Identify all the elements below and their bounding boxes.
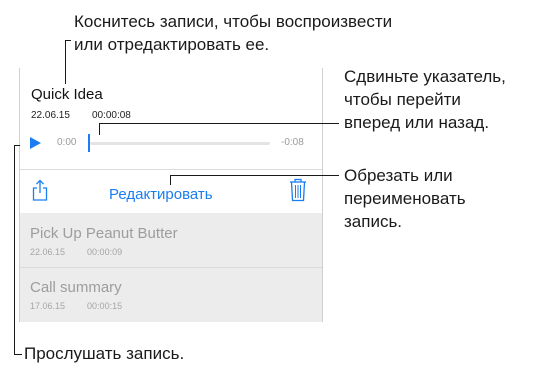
callout-scrub-line3: вперед или назад.: [344, 113, 490, 132]
recording-meta: 22.06.15 00:00:08: [31, 110, 153, 121]
recording-title[interactable]: Quick Idea: [31, 86, 103, 103]
list-item-meta: 22.06.15 00:00:09: [30, 247, 123, 257]
callout-tap-recording-line2: или отредактировать ее.: [74, 35, 270, 54]
list-item[interactable]: Call summary 17.06.15 00:00:15: [20, 268, 322, 322]
leader-line-scrub-h: [99, 123, 339, 124]
leader-line-trim-v: [170, 175, 171, 185]
scrubber-handle[interactable]: [88, 134, 90, 152]
leader-line-play-bottom: [14, 354, 22, 355]
leader-line-play-top: [14, 145, 20, 146]
callout-scrub-line1: Сдвиньте указатель,: [344, 67, 506, 86]
leader-line-scrub-v: [99, 123, 100, 135]
list-item[interactable]: Pick Up Peanut Butter 22.06.15 00:00:09: [20, 213, 322, 267]
leader-line-play-v: [14, 145, 15, 354]
list-item-title: Call summary: [30, 279, 122, 296]
play-icon[interactable]: [30, 137, 41, 149]
callout-trim-line1: Обрезать или: [344, 166, 453, 185]
edit-button[interactable]: Редактировать: [109, 186, 213, 203]
leader-line-top-hook: [65, 40, 71, 41]
leader-line-top: [65, 40, 66, 84]
callout-scrub-line2: чтобы перейти: [344, 90, 461, 109]
callout-trim-line3: запись.: [344, 212, 403, 231]
list-item-meta: 17.06.15 00:00:15: [30, 301, 123, 311]
share-icon[interactable]: [32, 179, 48, 206]
list-item-title: Pick Up Peanut Butter: [30, 225, 178, 242]
callout-play-recording: Прослушать запись.: [24, 344, 185, 363]
scrubber-track[interactable]: [90, 142, 270, 145]
trash-icon[interactable]: [289, 178, 307, 207]
divider: [20, 169, 322, 170]
time-elapsed: 0:00: [57, 137, 77, 148]
recording-panel: Quick Idea 22.06.15 00:00:08 0:00 -0:08 Р…: [19, 68, 323, 322]
recording-duration: 00:00:08: [91, 110, 131, 121]
callout-trim-line2: переименовать: [344, 189, 466, 208]
leader-line-trim-h: [170, 175, 339, 176]
recording-date: 22.06.15: [31, 110, 70, 121]
callout-tap-recording-line1: Коснитесь записи, чтобы воспроизвести: [74, 12, 393, 31]
time-remaining: -0:08: [281, 137, 304, 148]
